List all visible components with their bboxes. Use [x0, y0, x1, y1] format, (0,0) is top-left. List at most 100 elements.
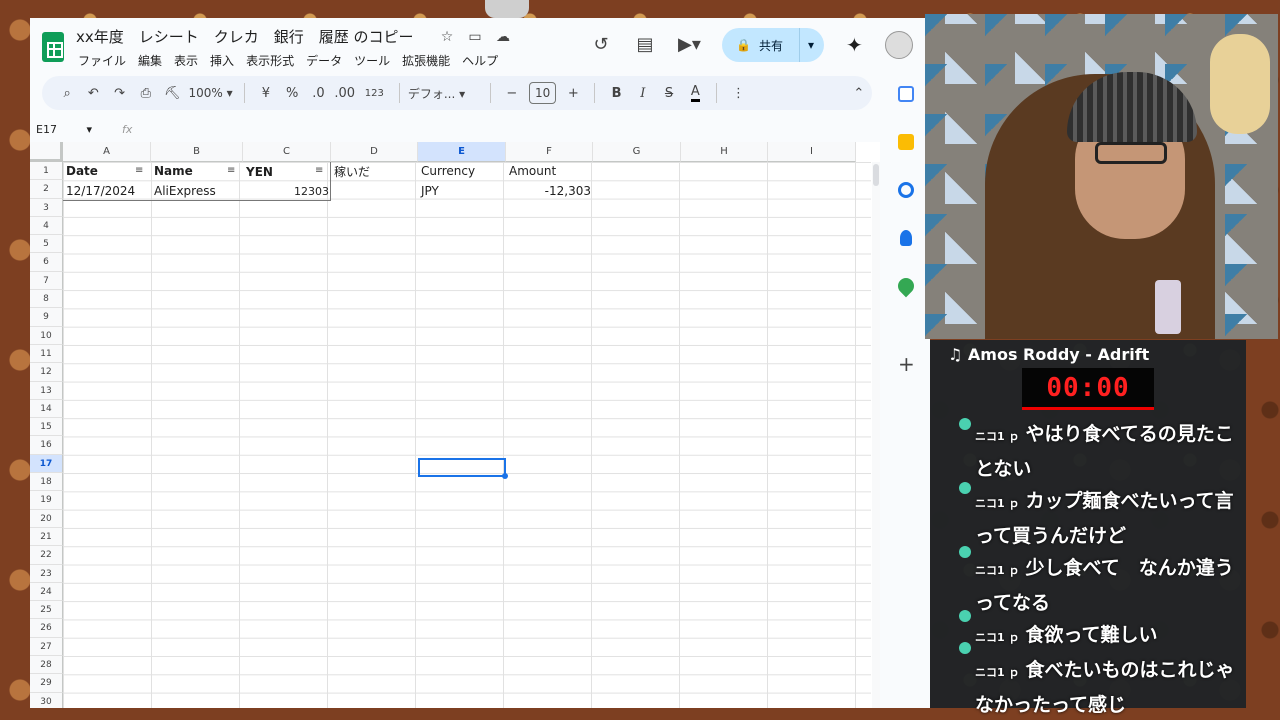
- paint-format-icon[interactable]: ⛏: [159, 86, 185, 101]
- maps-icon[interactable]: [894, 274, 918, 298]
- select-all-corner[interactable]: [30, 142, 63, 162]
- row-header[interactable]: 26: [30, 619, 63, 638]
- column-header-b[interactable]: B: [151, 142, 243, 162]
- header-actions: ↺ ▤ ▶▾ 🔒 共有 ▾ ✦: [590, 28, 913, 62]
- column-header-f[interactable]: F: [506, 142, 593, 162]
- share-button[interactable]: 🔒 共有 ▾: [722, 28, 824, 62]
- gemini-icon[interactable]: ✦: [846, 33, 863, 57]
- column-header-a[interactable]: A: [63, 142, 151, 162]
- increase-font-size-icon[interactable]: +: [560, 86, 586, 101]
- menu-help[interactable]: ヘルプ: [462, 52, 498, 69]
- row-header[interactable]: 17: [30, 454, 63, 474]
- collapse-menus-icon[interactable]: ⌃: [846, 86, 872, 101]
- more-options-icon[interactable]: ⋮: [725, 86, 751, 101]
- row-header[interactable]: 12: [30, 363, 63, 382]
- comments-icon[interactable]: ▤: [634, 34, 656, 56]
- menu-file[interactable]: ファイル: [78, 52, 126, 69]
- star-icon[interactable]: ☆: [438, 28, 456, 46]
- move-folder-icon[interactable]: ▭: [466, 28, 484, 46]
- menu-format[interactable]: 表示形式: [246, 52, 294, 69]
- column-header-e[interactable]: E: [418, 142, 506, 162]
- decrease-decimal-button[interactable]: .0: [305, 86, 331, 101]
- chevron-down-icon[interactable]: ▾: [808, 38, 814, 52]
- print-icon[interactable]: ⎙: [133, 86, 159, 101]
- column-header-d[interactable]: D: [331, 142, 418, 162]
- row-header[interactable]: 11: [30, 344, 63, 364]
- menu-edit[interactable]: 編集: [138, 52, 162, 69]
- row-header[interactable]: 23: [30, 564, 63, 583]
- undo-icon[interactable]: ↶: [80, 86, 106, 101]
- search-icon[interactable]: ⌕: [54, 86, 80, 101]
- scrollbar-thumb[interactable]: [873, 164, 879, 186]
- tasks-icon[interactable]: [898, 182, 914, 198]
- cell-area[interactable]: Date ≡ Name ≡ YEN ≡ 稼いだ Currency Amount …: [63, 162, 871, 708]
- row-header[interactable]: 6: [30, 253, 63, 272]
- cell-d1[interactable]: 稼いだ: [334, 163, 370, 181]
- meet-icon[interactable]: ▶▾: [678, 34, 701, 56]
- percent-format-button[interactable]: %: [279, 86, 305, 101]
- bold-button[interactable]: B: [603, 86, 629, 101]
- row-header[interactable]: 14: [30, 399, 63, 419]
- row-header[interactable]: 27: [30, 637, 63, 657]
- sheets-logo-icon[interactable]: [42, 32, 64, 62]
- row-header[interactable]: 30: [30, 692, 63, 708]
- menu-extensions[interactable]: 拡張機能: [402, 52, 450, 69]
- cell-e1[interactable]: Currency: [421, 162, 475, 180]
- row-header[interactable]: 19: [30, 491, 63, 510]
- column-header-h[interactable]: H: [681, 142, 768, 162]
- row-header[interactable]: 25: [30, 601, 63, 620]
- row-header[interactable]: 7: [30, 271, 63, 291]
- menu-tools[interactable]: ツール: [354, 52, 390, 69]
- text-color-button[interactable]: A: [682, 84, 708, 102]
- font-select[interactable]: デフォ... ▾: [408, 85, 482, 102]
- italic-button[interactable]: I: [630, 86, 656, 101]
- currency-format-button[interactable]: ¥: [253, 86, 279, 101]
- row-header[interactable]: 1: [30, 162, 63, 181]
- cloud-status-icon[interactable]: ☁: [494, 28, 512, 46]
- row-header[interactable]: 15: [30, 418, 63, 437]
- cell-f2[interactable]: -12,303: [509, 182, 591, 200]
- row-header[interactable]: 20: [30, 509, 63, 528]
- contacts-icon[interactable]: [900, 230, 912, 246]
- account-avatar[interactable]: [884, 31, 913, 59]
- menu-insert[interactable]: 挿入: [210, 52, 234, 69]
- document-title[interactable]: xx年度 レシート クレカ 銀行 履歴 のコピー: [76, 26, 414, 47]
- row-header[interactable]: 28: [30, 656, 63, 675]
- vertical-scrollbar[interactable]: [872, 162, 880, 708]
- redo-icon[interactable]: ↷: [107, 86, 133, 101]
- row-header[interactable]: 5: [30, 235, 63, 254]
- row-header[interactable]: 3: [30, 198, 63, 217]
- font-size-input[interactable]: 10: [528, 82, 557, 104]
- strikethrough-button[interactable]: S: [656, 86, 682, 101]
- calendar-icon[interactable]: [898, 86, 914, 102]
- name-box[interactable]: E17 ▾: [30, 123, 110, 136]
- column-header-c[interactable]: C: [243, 142, 331, 162]
- row-header[interactable]: 16: [30, 436, 63, 455]
- row-header[interactable]: 8: [30, 290, 63, 309]
- more-formats-button[interactable]: 123: [358, 88, 391, 99]
- row-header[interactable]: 29: [30, 674, 63, 693]
- increase-decimal-button[interactable]: .00: [332, 86, 358, 101]
- version-history-icon[interactable]: ↺: [590, 34, 612, 56]
- row-header[interactable]: 22: [30, 546, 63, 565]
- menu-data[interactable]: データ: [306, 52, 342, 69]
- active-cell-e17[interactable]: [418, 458, 508, 479]
- row-header[interactable]: 21: [30, 527, 63, 547]
- row-header[interactable]: 9: [30, 308, 63, 327]
- keep-icon[interactable]: [898, 134, 914, 150]
- row-header[interactable]: 24: [30, 582, 63, 602]
- row-header[interactable]: 4: [30, 216, 63, 236]
- column-header-g[interactable]: G: [593, 142, 681, 162]
- cell-f1[interactable]: Amount: [509, 162, 556, 180]
- row-header[interactable]: 18: [30, 473, 63, 492]
- cell-e2[interactable]: JPY: [421, 182, 439, 200]
- row-header[interactable]: 13: [30, 381, 63, 400]
- menu-view[interactable]: 表示: [174, 52, 198, 69]
- row-header[interactable]: 10: [30, 326, 63, 345]
- decrease-font-size-icon[interactable]: −: [499, 86, 525, 101]
- column-header-i[interactable]: I: [768, 142, 856, 162]
- add-addon-icon[interactable]: +: [898, 354, 915, 374]
- share-divider: [798, 28, 800, 62]
- row-header[interactable]: 2: [30, 180, 63, 199]
- zoom-select[interactable]: 100% ▾: [185, 86, 236, 100]
